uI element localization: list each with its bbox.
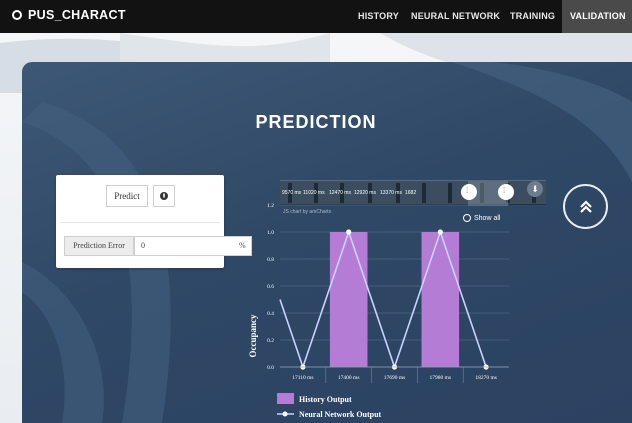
nav-neural-network[interactable]: NEURAL NETWORK: [411, 0, 500, 33]
scrollbar-left-handle[interactable]: ⁞: [461, 184, 477, 200]
x-tick-label: 18270 ms: [475, 375, 497, 381]
page-title: PREDICTION: [255, 112, 377, 132]
x-tick-label: 17690 ms: [384, 375, 406, 381]
scrollbar-label-4: 13370 ms: [380, 190, 402, 196]
y-axis-title: Occupancy: [248, 314, 258, 358]
predict-button[interactable]: Predict: [106, 185, 148, 207]
logo-ring-icon: [12, 10, 22, 20]
grip-icon: ⁞: [466, 186, 469, 195]
info-button[interactable]: [153, 185, 175, 207]
brand-name: PUS_CHARACT: [28, 8, 126, 22]
scrollbar-label-5: 1682: [405, 190, 417, 196]
bar-series: [329, 232, 460, 367]
navbar: PUS_CHARACT HISTORY NEURAL NETWORK TRAIN…: [0, 0, 632, 33]
y-tick-label: 0.2: [267, 338, 274, 344]
info-circle-icon: [160, 192, 168, 200]
occupancy-chart: Occupancy 0.0 0.2 0.4 0.6 0.8 1.0 1.2 17110 ms…: [248, 203, 509, 419]
legend-swatch-neural-dot: [282, 411, 288, 417]
prediction-error-field[interactable]: 0 %: [134, 236, 252, 256]
scrollbar-label-2: 12470 ms: [329, 190, 351, 196]
y-tick-label: 1.0: [267, 230, 274, 236]
download-icon[interactable]: ⬇: [527, 181, 543, 197]
x-tick-label: 17980 ms: [430, 375, 452, 381]
legend: History Output Neural Network Output: [277, 393, 382, 419]
x-tick-label: 17110 ms: [292, 375, 313, 381]
y-tick-label: 0.0: [267, 365, 274, 371]
scroll-top-button[interactable]: [563, 184, 608, 229]
nav-history[interactable]: HISTORY: [358, 0, 399, 33]
y-tick-label: 0.6: [267, 284, 274, 290]
nav-training[interactable]: TRAINING: [510, 0, 555, 33]
history-bar: [421, 232, 460, 367]
divider: [60, 222, 220, 223]
x-tick-label: 17400 ms: [338, 375, 360, 381]
scrollbar-label-0: 9570 ms: [282, 190, 302, 196]
legend-neural-network-output: Neural Network Output: [299, 410, 382, 419]
grip-icon: ⁞: [503, 186, 506, 195]
neural-network-point: [437, 229, 443, 235]
y-tick-label: 1.2: [267, 203, 274, 209]
prediction-error-value: 0: [141, 241, 145, 250]
scrollbar-label-3: 12920 ms: [354, 190, 376, 196]
y-tick-label: 0.8: [267, 257, 274, 263]
prediction-form-card: Predict Prediction Error 0 %: [56, 175, 252, 268]
prediction-error-label: Prediction Error: [64, 236, 134, 256]
legend-history-output: History Output: [299, 395, 352, 404]
legend-swatch-history: [277, 393, 294, 404]
nav-validation[interactable]: VALIDATION: [562, 0, 632, 33]
scrollbar-right-handle[interactable]: ⁞: [498, 184, 514, 200]
brand-logo[interactable]: PUS_CHARACT: [12, 8, 126, 22]
double-chevron-up-icon: [579, 199, 592, 213]
scrollbar-label-1: 11020 ms: [303, 190, 325, 196]
neural-network-point: [346, 229, 352, 235]
y-tick-label: 0.4: [267, 311, 274, 317]
history-bar: [329, 232, 368, 367]
